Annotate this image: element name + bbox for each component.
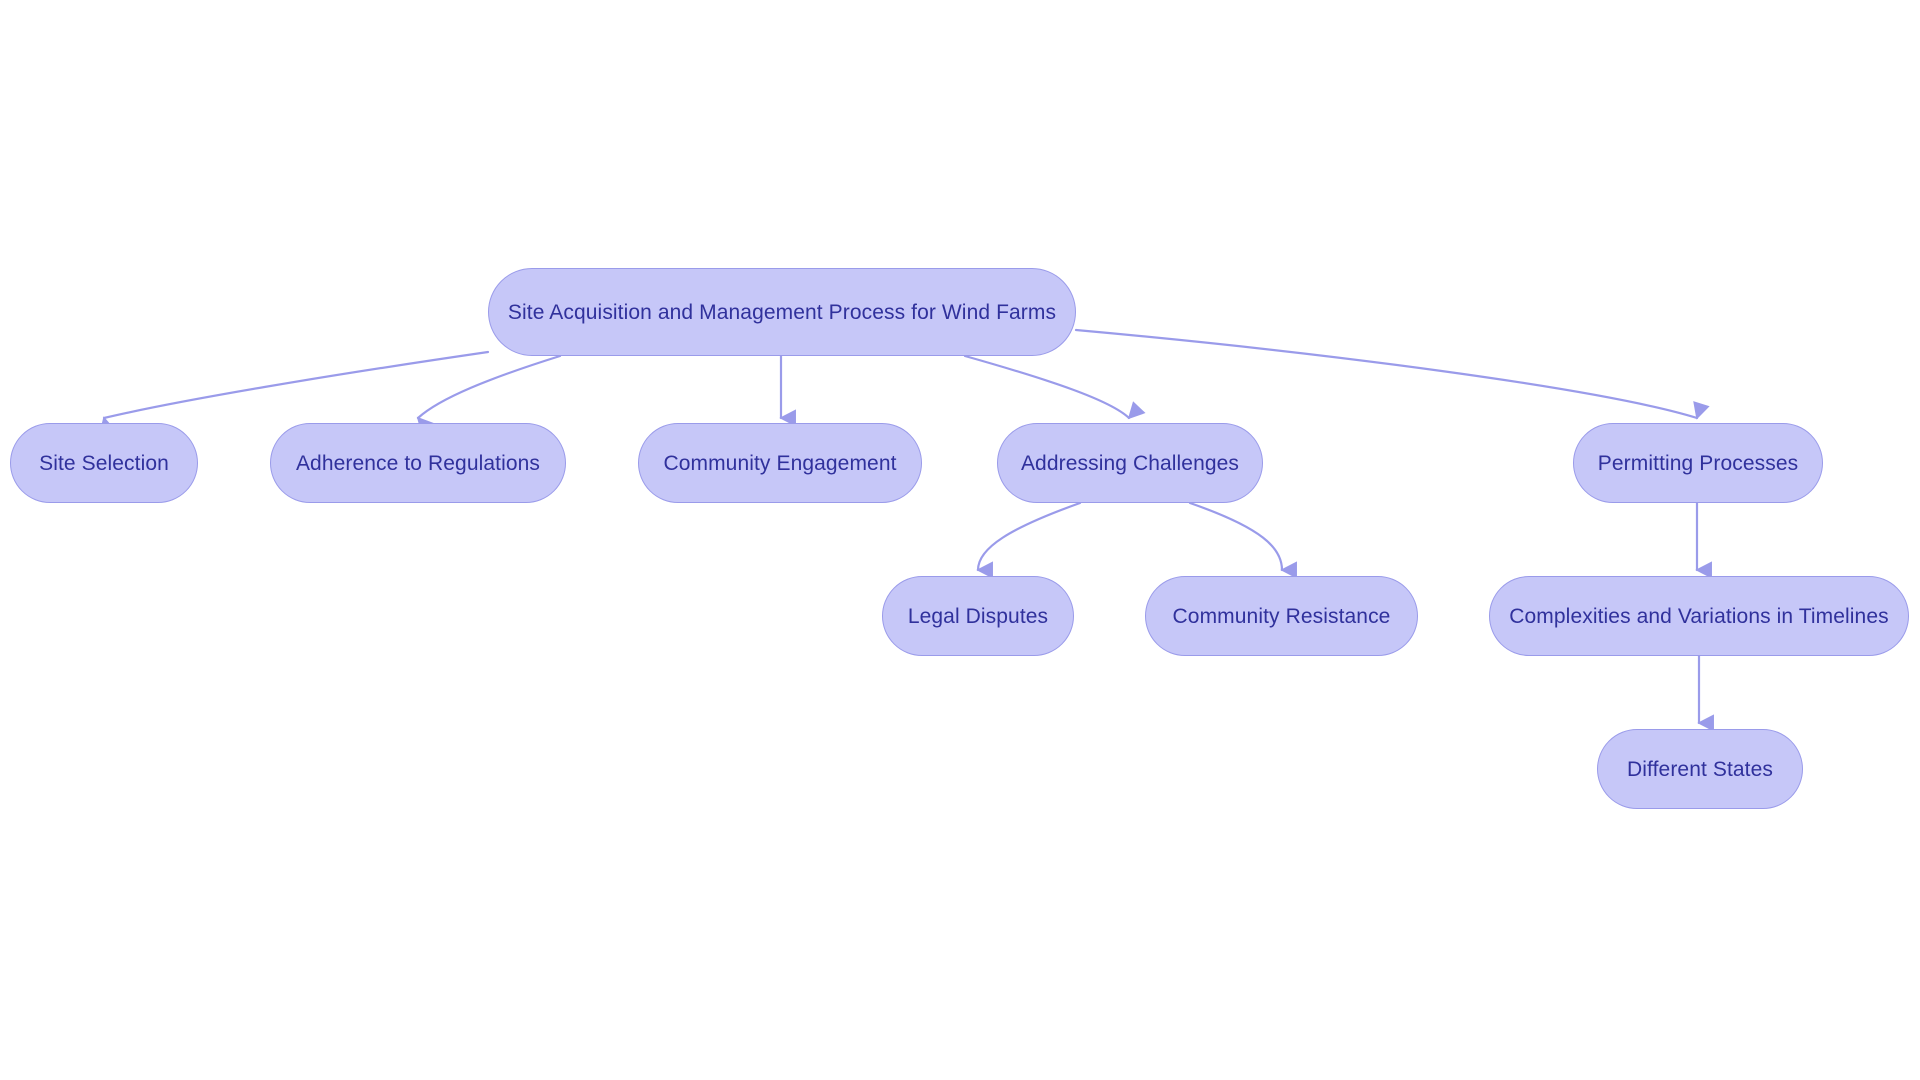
edge-addressing_challenges-to-legal_disputes bbox=[976, 501, 1082, 579]
edge-root-to-site_selection bbox=[99, 350, 490, 435]
node-label-community_engagement: Community Engagement bbox=[663, 451, 897, 475]
node-community_engagement[interactable]: Community Engagement bbox=[638, 423, 922, 503]
node-label-complexities: Complexities and Variations in Timelines bbox=[1509, 604, 1889, 628]
edge-layer bbox=[99, 328, 1714, 732]
node-addressing_challenges[interactable]: Addressing Challenges bbox=[997, 423, 1263, 503]
node-different_states[interactable]: Different States bbox=[1597, 729, 1803, 809]
node-complexities[interactable]: Complexities and Variations in Timelines bbox=[1489, 576, 1909, 656]
node-permitting[interactable]: Permitting Processes bbox=[1573, 423, 1823, 503]
node-community_resistance[interactable]: Community Resistance bbox=[1145, 576, 1418, 656]
node-root[interactable]: Site Acquisition and Management Process … bbox=[488, 268, 1076, 356]
edge-root-to-permitting bbox=[1074, 328, 1710, 420]
node-label-community_resistance: Community Resistance bbox=[1172, 604, 1391, 628]
node-label-adherence: Adherence to Regulations bbox=[295, 451, 541, 475]
node-label-legal_disputes: Legal Disputes bbox=[907, 604, 1049, 628]
node-adherence[interactable]: Adherence to Regulations bbox=[270, 423, 566, 503]
node-label-addressing_challenges: Addressing Challenges bbox=[1020, 451, 1240, 475]
node-label-site_selection: Site Selection bbox=[39, 451, 169, 475]
node-label-different_states: Different States bbox=[1627, 757, 1773, 781]
node-legal_disputes[interactable]: Legal Disputes bbox=[882, 576, 1074, 656]
edge-root-to-adherence bbox=[416, 354, 562, 435]
edge-paths bbox=[99, 328, 1714, 732]
flowchart-canvas: Site Acquisition and Management Process … bbox=[0, 0, 1920, 1080]
node-site_selection[interactable]: Site Selection bbox=[10, 423, 198, 503]
node-label-root: Site Acquisition and Management Process … bbox=[507, 300, 1057, 324]
edge-root-to-addressing_challenges bbox=[963, 354, 1146, 420]
node-label-permitting: Permitting Processes bbox=[1597, 451, 1799, 475]
edge-addressing_challenges-to-community_resistance bbox=[1188, 501, 1297, 579]
